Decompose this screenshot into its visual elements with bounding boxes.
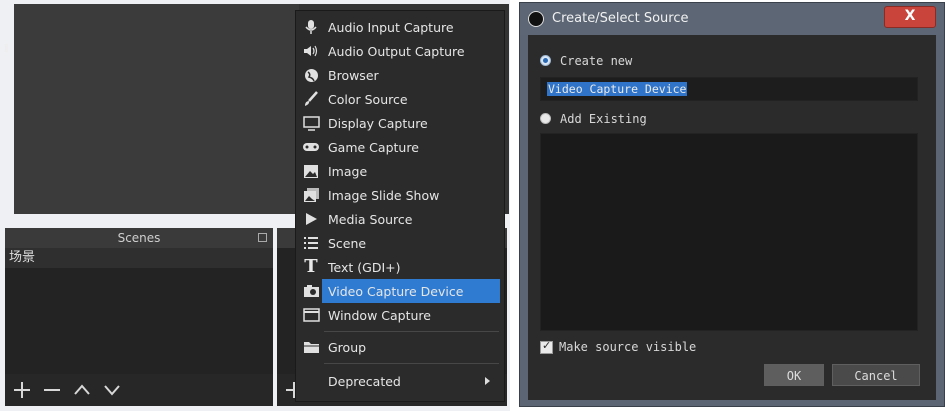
- menu-item-label: Audio Input Capture: [328, 19, 454, 35]
- menu-item-image-slide-show[interactable]: Image Slide Show: [296, 183, 504, 207]
- menu-item-group[interactable]: Group: [296, 335, 504, 359]
- scenes-header: Scenes: [5, 228, 273, 248]
- menu-item-label: Browser: [328, 67, 379, 83]
- menu-separator: [324, 331, 499, 332]
- add-source-menu: Audio Input Capture Audio Output Capture…: [295, 10, 505, 402]
- gamepad-icon: [301, 138, 321, 156]
- menu-item-game-capture[interactable]: Game Capture: [296, 135, 504, 159]
- menu-item-scene[interactable]: Scene: [296, 231, 504, 255]
- menu-item-label: Text (GDI+): [328, 259, 401, 275]
- undock-icon[interactable]: [258, 233, 267, 242]
- list-icon: [301, 234, 321, 252]
- scenes-panel: Scenes 场景: [5, 228, 273, 406]
- create-new-radio[interactable]: [540, 55, 551, 66]
- brush-icon: [301, 90, 321, 108]
- menu-item-label: Scene: [328, 235, 367, 251]
- make-visible-label[interactable]: Make source visible: [559, 340, 696, 354]
- add-existing-radio[interactable]: [540, 113, 551, 124]
- camera-icon: [301, 282, 321, 300]
- image-icon: [301, 162, 321, 180]
- cancel-button[interactable]: Cancel: [832, 364, 920, 386]
- menu-item-audio-input-capture[interactable]: Audio Input Capture: [296, 15, 504, 39]
- menu-item-window-capture[interactable]: Window Capture: [296, 303, 504, 327]
- menu-item-label: Deprecated: [328, 373, 401, 389]
- scenes-title: Scenes: [117, 231, 161, 245]
- add-existing-label[interactable]: Add Existing: [560, 112, 647, 126]
- menu-item-audio-output-capture[interactable]: Audio Output Capture: [296, 39, 504, 63]
- play-icon: [301, 210, 321, 228]
- menu-item-label: Image: [328, 163, 368, 179]
- create-new-label[interactable]: Create new: [560, 54, 632, 68]
- globe-icon: [301, 66, 321, 84]
- dock-handle[interactable]: [5, 44, 8, 52]
- menu-item-video-capture-device[interactable]: Video Capture Device: [303, 279, 500, 303]
- microphone-icon: [301, 18, 321, 36]
- menu-item-label: Group: [328, 339, 367, 355]
- menu-item-media-source[interactable]: Media Source: [296, 207, 504, 231]
- menu-item-image[interactable]: Image: [296, 159, 504, 183]
- source-name-input[interactable]: Video Capture Device: [540, 77, 918, 101]
- window-icon: [301, 306, 321, 324]
- monitor-icon: [301, 114, 321, 132]
- menu-item-label: Display Capture: [328, 115, 428, 131]
- menu-separator: [324, 363, 499, 364]
- obs-logo-icon: [528, 11, 544, 27]
- menu-item-text-gdi[interactable]: T Text (GDI+): [296, 255, 504, 279]
- text-icon: T: [304, 256, 318, 277]
- speaker-icon: [301, 42, 321, 60]
- ok-button[interactable]: OK: [764, 364, 824, 386]
- menu-item-display-capture[interactable]: Display Capture: [296, 111, 504, 135]
- create-select-source-dialog: Create/Select Source X Create new Video …: [519, 2, 945, 407]
- remove-scene-icon[interactable]: [41, 379, 63, 401]
- menu-item-color-source[interactable]: Color Source: [296, 87, 504, 111]
- move-down-icon[interactable]: [101, 379, 123, 401]
- existing-sources-list[interactable]: [540, 133, 918, 331]
- menu-item-label: Color Source: [328, 91, 408, 107]
- scenes-toolbar: [5, 374, 273, 406]
- menu-item-browser[interactable]: Browser: [296, 63, 504, 87]
- menu-item-deprecated[interactable]: Deprecated: [296, 369, 504, 393]
- menu-item-label: Window Capture: [328, 307, 431, 323]
- submenu-arrow-icon: [485, 377, 490, 385]
- folder-icon: [301, 338, 321, 356]
- menu-item-label: Game Capture: [328, 139, 419, 155]
- menu-item-label: Media Source: [328, 211, 413, 227]
- add-scene-icon[interactable]: [11, 379, 33, 401]
- scene-list-item[interactable]: 场景: [5, 248, 273, 268]
- menu-item-label: Video Capture Device: [328, 283, 464, 299]
- menu-item-label: Image Slide Show: [328, 187, 440, 203]
- dialog-body: Create new Video Capture Device Add Exis…: [528, 35, 936, 400]
- slideshow-icon: [301, 186, 321, 204]
- make-visible-checkbox[interactable]: [540, 339, 553, 354]
- dialog-titlebar[interactable]: Create/Select Source X: [520, 3, 944, 35]
- dialog-title: Create/Select Source: [552, 11, 689, 26]
- source-name-value: Video Capture Device: [547, 82, 688, 96]
- obs-main-window: Scenes 场景 Audio Input Capture Audio Outp…: [0, 0, 510, 411]
- move-up-icon[interactable]: [71, 379, 93, 401]
- close-button[interactable]: X: [884, 6, 936, 28]
- menu-item-label: Audio Output Capture: [328, 43, 465, 59]
- preview-canvas[interactable]: [14, 4, 299, 214]
